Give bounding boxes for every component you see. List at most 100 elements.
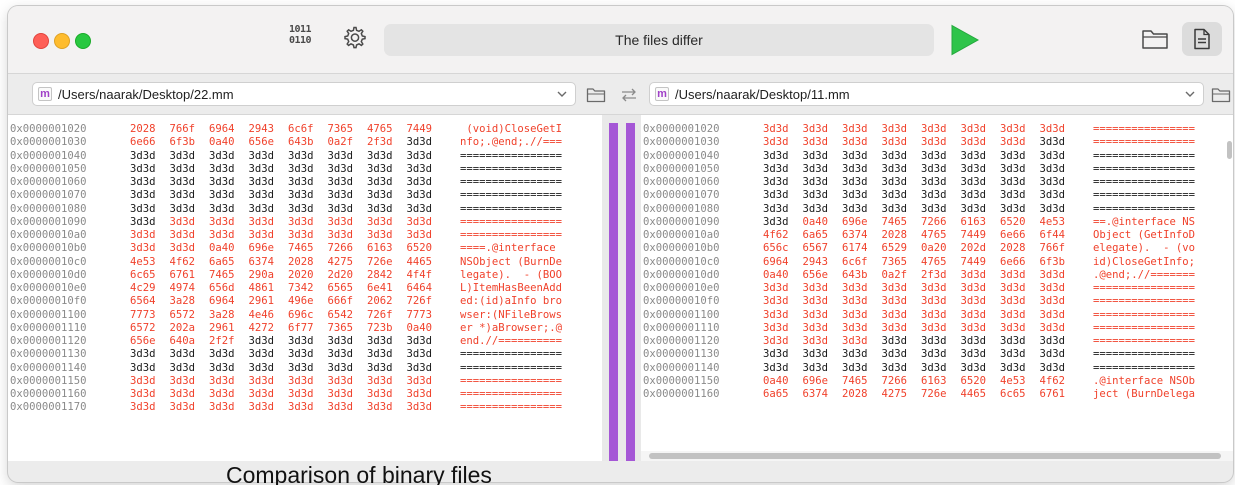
hex-word: 3d3d [1000, 123, 1026, 135]
hex-word: 3d3d [169, 229, 196, 241]
hex-word: 3d3d [763, 162, 789, 175]
row-address: 0x0000001060 [643, 176, 720, 188]
hex-word: 3d3d [288, 162, 314, 175]
hex-row: 0x0000001120 3d3d 3d3d 3d3d 3d3d 3d3d 3d3d 3d3d… [641, 335, 1233, 348]
hex-word: 6f44 [1039, 229, 1066, 241]
hex-word: 4272 [248, 321, 275, 334]
row-address: 0x00000010a0 [10, 229, 87, 241]
ascii-text: ================ [1093, 321, 1196, 334]
gear-icon[interactable] [341, 25, 367, 51]
hex-word: 3d3d [921, 136, 947, 149]
hex-word: 6e66 [130, 136, 156, 149]
hex-word: 3d3d [406, 202, 433, 215]
hex-word: 6c6f [288, 123, 314, 135]
ascii-text: end.//========== [460, 335, 563, 347]
right-folder-icon[interactable] [1211, 87, 1231, 103]
row-address: 0x0000001080 [10, 202, 87, 215]
hex-word: 6a65 [802, 229, 829, 241]
hex-word: 3d3d [406, 162, 433, 175]
ascii-text: NSObject (BurnDe [460, 255, 563, 268]
chevron-down-icon[interactable] [556, 88, 568, 100]
right-file-path-combo[interactable]: m /Users/naarak/Desktop/11.mm [649, 82, 1204, 106]
hex-word: 6f77 [288, 321, 314, 334]
path-bar: m /Users/naarak/Desktop/22.mm m /Users/n… [8, 74, 1233, 115]
hex-word: 3d3d [1000, 189, 1026, 202]
ascii-text: ================ [460, 401, 563, 414]
hex-word: 3d3d [367, 162, 393, 175]
row-address: 0x0000001020 [10, 123, 87, 135]
hex-word: 0a40 [763, 374, 789, 387]
file-type-badge: m [655, 87, 669, 101]
folder-icon[interactable] [1141, 27, 1169, 51]
hex-word: 3d3d [960, 176, 987, 188]
ascii-text: ================ [1093, 202, 1196, 215]
hex-word: 6964 [209, 295, 235, 308]
hex-word: 3d3d [367, 229, 393, 241]
hex-word: 3d3d [406, 215, 433, 228]
right-hex-pane[interactable]: 0x0000001020 3d3d 3d3d 3d3d 3d3d 3d3d 3d3d 3d3d… [641, 115, 1233, 461]
hex-word: 3d3d [130, 229, 156, 241]
hex-row: 0x0000001040 3d3d 3d3d 3d3d 3d3d 3d3d 3d3d 3d3d… [8, 150, 602, 163]
hex-word: 3d3d [327, 149, 354, 162]
row-address: 0x0000001140 [643, 361, 720, 374]
hex-word: 3d3d [367, 215, 393, 228]
document-view-button[interactable] [1182, 22, 1222, 56]
horizontal-scrollbar[interactable] [641, 451, 1233, 461]
row-address: 0x0000001170 [10, 401, 87, 414]
close-window-button[interactable] [33, 33, 49, 49]
ascii-text: ================ [1093, 335, 1196, 347]
vertical-scrollbar-thumb[interactable] [1227, 141, 1232, 159]
ascii-text: ================ [1093, 348, 1196, 361]
hex-word: 3d3d [1039, 361, 1066, 374]
hex-word: 3d3d [367, 335, 393, 347]
hex-word: 656d [209, 282, 235, 294]
left-folder-icon[interactable] [586, 87, 606, 103]
hex-word: 3d3d [921, 176, 947, 188]
binary-mode-icon[interactable]: 1011 0110 [289, 24, 323, 46]
run-compare-icon[interactable] [950, 24, 980, 56]
hex-word: 3d3d [960, 348, 987, 361]
hex-word: 4c29 [130, 282, 156, 294]
hex-word: 766f [1039, 242, 1066, 255]
row-address: 0x00000010c0 [643, 255, 720, 268]
hex-word: 3d3d [763, 176, 789, 188]
hex-word: 2f2f [209, 335, 235, 347]
hex-word: 3d3d [1039, 123, 1066, 135]
hex-word: 3d3d [960, 123, 987, 135]
zoom-window-button[interactable] [75, 33, 91, 49]
ascii-text: ================ [1093, 282, 1196, 294]
left-file-path-combo[interactable]: m /Users/naarak/Desktop/22.mm [32, 82, 576, 106]
hex-word: 3d3d [842, 361, 868, 374]
row-address: 0x0000001020 [643, 123, 720, 135]
ascii-text: nfo;.@end;.//=== [460, 136, 563, 149]
hex-word: 3d3d [288, 189, 314, 202]
hex-word: 3d3d [288, 176, 314, 188]
hex-word: 6f3b [1039, 255, 1066, 268]
hex-word: 3d3d [169, 176, 196, 188]
hex-word: 3d3d [763, 335, 789, 347]
hex-word: 3d3d [763, 189, 789, 202]
hex-word: 3d3d [1000, 361, 1026, 374]
hex-word: 3d3d [130, 149, 156, 162]
hex-word: 3d3d [169, 202, 196, 215]
hex-row: 0x00000010f0 6564 3a28 6964 2961 496e 666f 2062… [8, 295, 602, 308]
hex-word: 3d3d [209, 401, 235, 414]
ascii-text: wser:(NFileBrows [460, 308, 563, 321]
left-hex-pane[interactable]: 0x0000001020 2028 766f 6964 2943 6c6f 7365 4765… [8, 115, 602, 461]
hex-word: 3d3d [881, 189, 908, 202]
hex-word: 3d3d [406, 149, 433, 162]
hex-word: 2020 [288, 268, 314, 281]
hex-word: 7449 [406, 123, 433, 135]
scrollbar-thumb[interactable] [649, 453, 1221, 459]
chevron-down-icon[interactable] [1184, 88, 1196, 100]
hex-word: 3d3d [248, 162, 275, 175]
hex-word: 3d3d [802, 295, 829, 308]
hex-word: 3d3d [881, 361, 908, 374]
hex-word: 6e66 [1000, 255, 1026, 268]
minimize-window-button[interactable] [54, 33, 70, 49]
swap-files-icon[interactable] [620, 88, 638, 102]
row-address: 0x0000001040 [643, 149, 720, 162]
hex-word: 3d3d [327, 348, 354, 361]
hex-word: 723b [367, 321, 393, 334]
status-field: The files differ [384, 24, 934, 56]
